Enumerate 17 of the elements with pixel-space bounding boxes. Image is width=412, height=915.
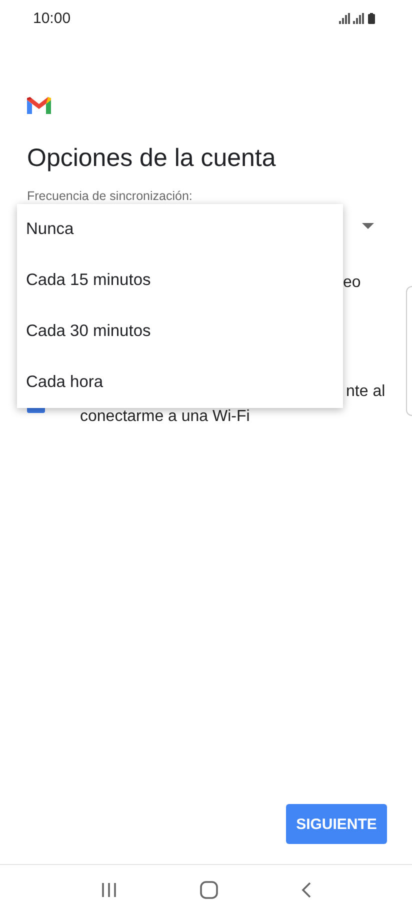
dropdown-caret-icon[interactable]: [362, 223, 374, 229]
home-icon[interactable]: [200, 881, 218, 899]
menu-item[interactable]: Cada 15 minutos: [17, 255, 343, 306]
menu-item[interactable]: Cada hora: [17, 357, 343, 408]
next-button[interactable]: SIGUIENTE: [286, 804, 387, 844]
option-text: eo: [343, 274, 361, 292]
back-icon[interactable]: [300, 882, 311, 898]
option-text: conectarme a una Wi-Fi: [80, 408, 250, 426]
status-icons: [339, 12, 376, 24]
recents-icon[interactable]: [101, 882, 118, 898]
option-text: nte al: [346, 383, 386, 401]
status-time: 10:00: [33, 10, 71, 26]
page-title: Opciones de la cuenta: [27, 144, 277, 173]
menu-item[interactable]: Nunca: [17, 204, 343, 255]
mail-logo-icon: [27, 97, 51, 114]
field-label: Frecuencia de sincronización:: [27, 189, 194, 203]
menu-item[interactable]: Cada 30 minutos: [17, 306, 343, 357]
